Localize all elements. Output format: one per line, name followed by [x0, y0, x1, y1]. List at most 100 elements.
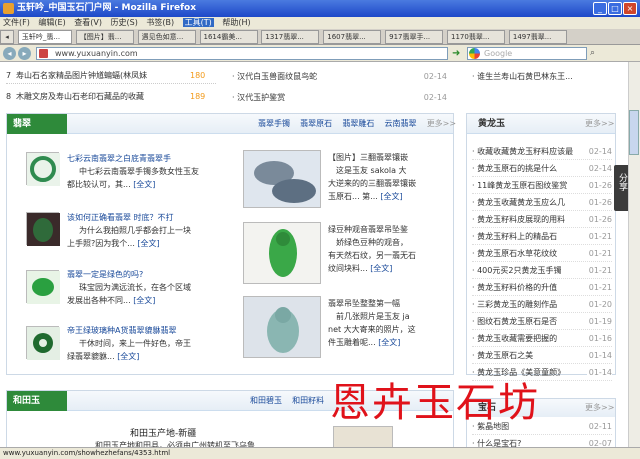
list-item-title[interactable]: 黄龙玉原石水草花纹纹 [477, 249, 557, 258]
tab-3[interactable]: 1614霸美... [199, 30, 258, 44]
list-item-title[interactable]: 黄龙玉收藏黄龙玉应么几 [477, 198, 565, 207]
list-item-title[interactable]: 黄龙玉籽料价格的升值 [477, 283, 557, 292]
tab-8[interactable]: 1497翡翠... [508, 30, 567, 44]
list-item[interactable]: · 谁生兰寿山石黄巴林东王... [472, 68, 612, 85]
list-item[interactable]: · 图纹石黄龙玉原石是否 01-19 [472, 313, 612, 330]
full-text-link[interactable]: [全文] [370, 264, 392, 273]
full-text-link[interactable]: [全文] [137, 239, 159, 248]
menu-help[interactable]: 帮助(H) [222, 18, 250, 27]
rank-item[interactable]: 7 寿山石名家精品图片钟馗蝙蝠(林凤妹 [6, 68, 216, 84]
url-input[interactable]: www.yuxuanyin.com [36, 47, 448, 60]
article-title[interactable]: 翡翠吊坠整整第一幅 [328, 297, 446, 310]
list-item[interactable]: · 黄龙玉籽料皮展现的用料 01-26 [472, 211, 612, 228]
window-title: 玉轩吟_中国玉石门户网 - Mozilla Firefox [17, 3, 197, 13]
tab-1[interactable]: 【图片】翡... [75, 30, 134, 44]
list-item[interactable]: · 黄龙玉籽料上的精品石 01-21 [472, 228, 612, 245]
list-item[interactable]: · 黄龙玉原石水草花纹纹 01-21 [472, 245, 612, 262]
list-item-title[interactable]: 图纹石黄龙玉原石是否 [477, 317, 557, 326]
list-item[interactable]: · 黄龙玉原石的挑是什么 02-14 [472, 160, 612, 177]
article-title[interactable]: 翡翠一定是绿色的吗? [67, 268, 237, 281]
back-icon[interactable]: ◂ [3, 47, 16, 60]
search-icon[interactable]: ⌕ [590, 47, 603, 60]
link-hetian-pebble[interactable]: 和田籽料 [292, 396, 324, 405]
link-yunnan-jadeite[interactable]: 云南翡翠 [385, 119, 417, 128]
list-item[interactable]: · 11峰黄龙玉原石图纹鉴赏 01-26 [472, 177, 612, 194]
gemstone-more-link[interactable]: 更多>> [585, 399, 614, 417]
go-icon[interactable]: ➜ [452, 47, 465, 60]
thumb-image[interactable] [243, 296, 321, 358]
tab-4[interactable]: 1317翡翠... [261, 30, 320, 44]
full-text-link[interactable]: [全文] [378, 338, 400, 347]
forward-icon[interactable]: ▸ [18, 47, 31, 60]
menu-file[interactable]: 文件(F) [3, 18, 30, 27]
tab-0[interactable]: 玉轩吟_翡... [17, 30, 72, 44]
jadeite-article-2: 该如何正确看翡翠 时底？不打 为什么我拍照几乎都会打上一块 上手照?因为我个..… [67, 211, 237, 250]
list-item-title[interactable]: 黄龙玉籽料皮展现的用料 [477, 215, 565, 224]
list-item-title[interactable]: 三彩黄龙玉的雕刻作品 [477, 300, 557, 309]
article-title[interactable]: 【图片】三翻翡翠镶嵌 [328, 151, 446, 164]
rank-item[interactable]: 8 木雕文房及寿山石老印石藏品的收藏 [6, 89, 216, 105]
tab-7[interactable]: 1170翡翠... [447, 30, 505, 44]
menu-edit[interactable]: 编辑(E) [38, 18, 65, 27]
list-item[interactable]: · 汉代白玉兽面纹鼠鸟蛇 02-14 [232, 68, 447, 85]
list-item-date: 01-14 [586, 347, 612, 363]
hetian-article-title[interactable]: 和田玉产地-新疆 [130, 426, 196, 439]
close-button[interactable]: × [623, 2, 637, 15]
full-text-link[interactable]: [全文] [117, 352, 139, 361]
article-title[interactable]: 绿豆种观音翡翠吊坠鉴 [328, 223, 446, 236]
thumb-image[interactable] [26, 270, 60, 304]
tab-6[interactable]: 917翡翠手... [385, 30, 444, 44]
list-item[interactable]: · 黄龙玉收藏需要把握的 01-16 [472, 330, 612, 347]
minimize-button[interactable]: _ [593, 2, 607, 15]
list-item[interactable]: · 400元买2只黄龙玉手镯 01-21 [472, 262, 612, 279]
menu-history[interactable]: 历史(S) [111, 18, 138, 27]
thumb-image[interactable] [26, 152, 60, 186]
menu-view[interactable]: 查看(V) [74, 18, 102, 27]
article-title[interactable]: 七彩云南翡翠之白底青翡翠手 [67, 152, 237, 165]
huanglong-title[interactable]: 黄龙玉 [478, 114, 505, 134]
list-item[interactable]: · 汉代玉护鉴赏 02-14 [232, 89, 447, 106]
link-jadeite-carving[interactable]: 翡翠雕石 [342, 119, 374, 128]
menu-tools[interactable]: 工具(T) [182, 18, 214, 27]
list-item-title[interactable]: 黄龙玉收藏需要把握的 [477, 334, 557, 343]
hetian-title[interactable]: 和田玉 [7, 391, 67, 411]
thumb-image[interactable] [243, 150, 321, 208]
link-hetian-green[interactable]: 和田碧玉 [250, 396, 282, 405]
full-text-link[interactable]: [全文] [133, 180, 155, 189]
list-item-title[interactable]: 黄龙玉籽料上的精品石 [477, 232, 557, 241]
list-item[interactable]: · 收藏收藏黄龙玉籽料应该最 02-14 [472, 143, 612, 160]
list-item-title[interactable]: 11峰黄龙玉原石图纹鉴赏 [477, 181, 567, 190]
list-item-title[interactable]: 400元买2只黄龙玉手镯 [477, 266, 561, 275]
full-text-link[interactable]: [全文] [133, 296, 155, 305]
thumb-image[interactable] [243, 222, 321, 284]
tab-2[interactable]: 遇见色如意... [137, 30, 196, 44]
link-jadeite-rough[interactable]: 翡翠原石 [300, 119, 332, 128]
list-item[interactable]: · 黄龙玉原石之美 01-14 [472, 347, 612, 364]
menu-bookmarks[interactable]: 书签(B) [146, 18, 174, 27]
thumb-image[interactable] [333, 426, 393, 448]
thumb-image[interactable] [26, 326, 60, 360]
status-url: www.yuxuanyin.com/showhezhefans/4353.htm… [3, 449, 171, 457]
thumb-image[interactable] [26, 212, 60, 246]
list-item-date: 01-21 [586, 245, 612, 261]
search-input[interactable]: Google [467, 47, 587, 60]
jadeite-title[interactable]: 翡翠 [7, 114, 67, 134]
article-summary: 中七彩云南翡翠手镯多数女性玉友 [79, 167, 199, 176]
list-item-title[interactable]: 收藏收藏黄龙玉籽料应该最 [477, 147, 573, 156]
share-tab[interactable]: 分享 [614, 165, 628, 211]
list-item-title[interactable]: 黄龙玉原石之美 [477, 351, 533, 360]
list-item[interactable]: · 黄龙玉籽料价格的升值 01-21 [472, 279, 612, 296]
huanglong-more-link[interactable]: 更多>> [585, 114, 614, 134]
link-jadeite-bracelet[interactable]: 翡翠手镯 [258, 119, 290, 128]
list-item[interactable]: · 三彩黄龙玉的雕刻作品 01-20 [472, 296, 612, 313]
list-item[interactable]: · 黄龙玉收藏黄龙玉应么几 01-26 [472, 194, 612, 211]
scrollbar-thumb[interactable] [629, 110, 639, 155]
article-title[interactable]: 该如何正确看翡翠 时底？不打 [67, 211, 237, 224]
article-title[interactable]: 帝王绿玻璃种A货翡翠貔貅翡翠 [67, 324, 237, 337]
jadeite-more-link[interactable]: 更多>> [427, 119, 456, 128]
maximize-button[interactable]: □ [608, 2, 622, 15]
list-item-title[interactable]: 黄龙玉原石的挑是什么 [477, 164, 557, 173]
full-text-link[interactable]: [全文] [380, 192, 402, 201]
tab-scroll-left-icon[interactable]: ◂ [0, 30, 14, 44]
tab-5[interactable]: 1607翡翠... [323, 30, 382, 44]
